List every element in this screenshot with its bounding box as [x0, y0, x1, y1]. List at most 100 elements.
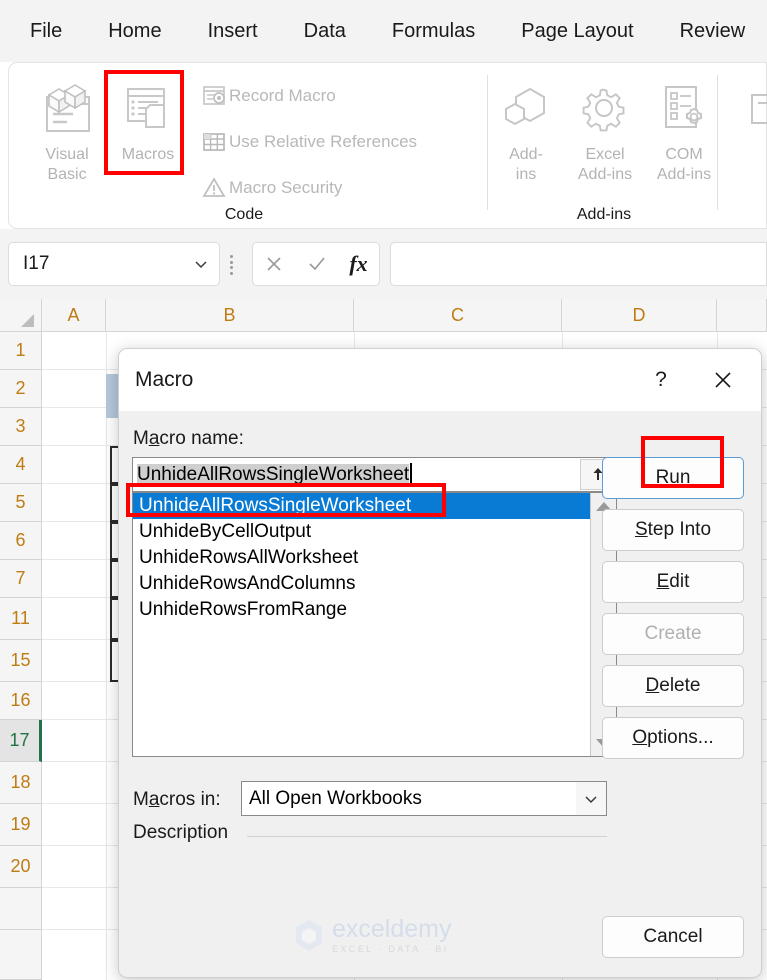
formula-bar-more-handle[interactable]	[230, 255, 234, 275]
row-header-17[interactable]: 17	[0, 720, 42, 762]
step-into-accel: S	[634, 519, 648, 540]
macro-list-box[interactable]: UnhideAllRowsSingleWorksheet UnhideByCel…	[132, 492, 617, 757]
ribbon-group-addins: Add- ins Excel Add-ins COM Add-ins Add-i…	[489, 63, 719, 230]
column-header-a[interactable]: A	[42, 299, 106, 332]
cancel-x-icon[interactable]	[264, 254, 284, 274]
grid-col-line	[106, 332, 107, 980]
list-item[interactable]: UnhideRowsAllWorksheet	[133, 545, 616, 571]
row-header-6[interactable]: 6	[0, 522, 42, 560]
description-value	[133, 849, 603, 909]
row-header-extra-2[interactable]	[0, 930, 42, 980]
partial-button[interactable]	[733, 73, 767, 145]
addins-label-line1: Add-	[509, 146, 543, 163]
tab-insert[interactable]: Insert	[208, 20, 258, 43]
confirm-check-icon[interactable]	[307, 254, 327, 274]
ribbon-body: Visual Basic Macros Record Macro Use Rel…	[8, 62, 767, 229]
macro-security-label: Macro Security	[229, 178, 343, 197]
group-separator-addins	[717, 75, 718, 210]
select-all-corner[interactable]	[0, 299, 42, 332]
help-button[interactable]: ?	[643, 363, 679, 397]
row-header-2[interactable]: 2	[0, 370, 42, 408]
run-accel: R	[655, 467, 670, 488]
com-addins-icon	[649, 73, 719, 145]
row-header-5[interactable]: 5	[0, 484, 42, 522]
list-item[interactable]: UnhideRowsFromRange	[133, 597, 616, 623]
addins-button[interactable]: Add- ins	[491, 73, 561, 185]
tab-data[interactable]: Data	[304, 20, 346, 43]
macro-dialog: Macro ? Macro name: UnhideAllRowsSingleW…	[118, 348, 762, 978]
dialog-title: Macro	[135, 368, 194, 391]
macro-security-item[interactable]: Macro Security	[199, 171, 342, 205]
visual-basic-icon	[32, 73, 102, 145]
row-header-19[interactable]: 19	[0, 804, 42, 846]
macros-in-select[interactable]: All Open Workbooks	[241, 781, 607, 816]
edit-button[interactable]: Edit	[602, 561, 744, 603]
list-item[interactable]: UnhideByCellOutput	[133, 519, 616, 545]
row-header-3[interactable]: 3	[0, 408, 42, 446]
formula-input[interactable]	[390, 242, 767, 286]
use-relative-references-item[interactable]: Use Relative References	[199, 125, 417, 159]
excel-addins-icon	[570, 73, 640, 145]
options-accel: O	[632, 727, 648, 748]
row-header-1[interactable]: 1	[0, 332, 42, 370]
row-header-11[interactable]: 11	[0, 598, 42, 640]
chevron-down-icon[interactable]	[576, 782, 606, 815]
run-button[interactable]: Run	[602, 457, 744, 499]
com-addins-label-line2: Add-ins	[656, 166, 712, 183]
macro-name-input[interactable]: UnhideAllRowsSingleWorksheet	[132, 457, 617, 492]
row-header-4[interactable]: 4	[0, 446, 42, 484]
macro-name-label-pre: M	[133, 428, 149, 449]
relative-references-icon	[199, 130, 229, 154]
macro-security-icon	[199, 176, 229, 200]
list-item[interactable]: UnhideRowsAndColumns	[133, 571, 616, 597]
column-header-e-partial[interactable]	[717, 299, 767, 332]
visual-basic-label-line1: Visual	[45, 146, 89, 163]
tab-formulas[interactable]: Formulas	[392, 20, 475, 43]
cancel-button[interactable]: Cancel	[602, 916, 744, 958]
delete-accel: D	[645, 675, 660, 696]
tab-page-layout[interactable]: Page Layout	[521, 20, 633, 43]
ribbon-tab-bar: File Home Insert Data Formulas Page Layo…	[0, 0, 767, 62]
row-header-20[interactable]: 20	[0, 846, 42, 888]
group-label-code: Code	[224, 206, 264, 223]
excel-addins-button[interactable]: Excel Add-ins	[570, 73, 640, 185]
options-button[interactable]: Options...	[602, 717, 744, 759]
com-addins-button[interactable]: COM Add-ins	[649, 73, 719, 185]
visual-basic-button[interactable]: Visual Basic	[32, 73, 102, 185]
tab-home[interactable]: Home	[108, 20, 161, 43]
create-label: Create	[644, 623, 702, 644]
edit-accel: E	[656, 571, 670, 592]
column-header-b[interactable]: B	[106, 299, 354, 332]
macro-name-label-accel: a	[148, 428, 160, 449]
macros-in-value: All Open Workbooks	[249, 787, 422, 809]
tab-file[interactable]: File	[30, 20, 62, 43]
row-header-15[interactable]: 15	[0, 640, 42, 682]
record-macro-item[interactable]: Record Macro	[199, 79, 336, 113]
chevron-down-icon[interactable]	[183, 256, 219, 272]
row-header-16[interactable]: 16	[0, 682, 42, 720]
description-rule	[247, 836, 607, 837]
close-x-icon[interactable]	[705, 363, 741, 397]
macros-label: Macros	[121, 146, 175, 163]
addins-icon	[491, 73, 561, 145]
tab-review[interactable]: Review	[680, 20, 746, 43]
name-box[interactable]: I17	[8, 242, 220, 286]
column-header-c[interactable]: C	[354, 299, 562, 332]
fx-icon[interactable]: fx	[349, 251, 367, 277]
column-header-d[interactable]: D	[562, 299, 717, 332]
formula-bar-row: I17 fx	[0, 229, 767, 299]
delete-button[interactable]: Delete	[602, 665, 744, 707]
macro-name-label: Macro name:	[133, 428, 244, 450]
list-item[interactable]: UnhideAllRowsSingleWorksheet	[133, 493, 616, 519]
row-header-18[interactable]: 18	[0, 762, 42, 804]
macros-button[interactable]: Macros	[113, 73, 183, 165]
watermark-text: exceldemy EXCEL · DATA · BI	[332, 917, 452, 955]
row-header-extra[interactable]	[0, 888, 42, 930]
run-rest: un	[669, 467, 691, 488]
partial-icon	[733, 73, 767, 145]
record-macro-icon	[199, 84, 229, 108]
com-addins-label-line1: COM	[665, 146, 703, 163]
addins-label-line2: ins	[515, 166, 537, 183]
step-into-button[interactable]: Step Into	[602, 509, 744, 551]
row-header-7[interactable]: 7	[0, 560, 42, 598]
